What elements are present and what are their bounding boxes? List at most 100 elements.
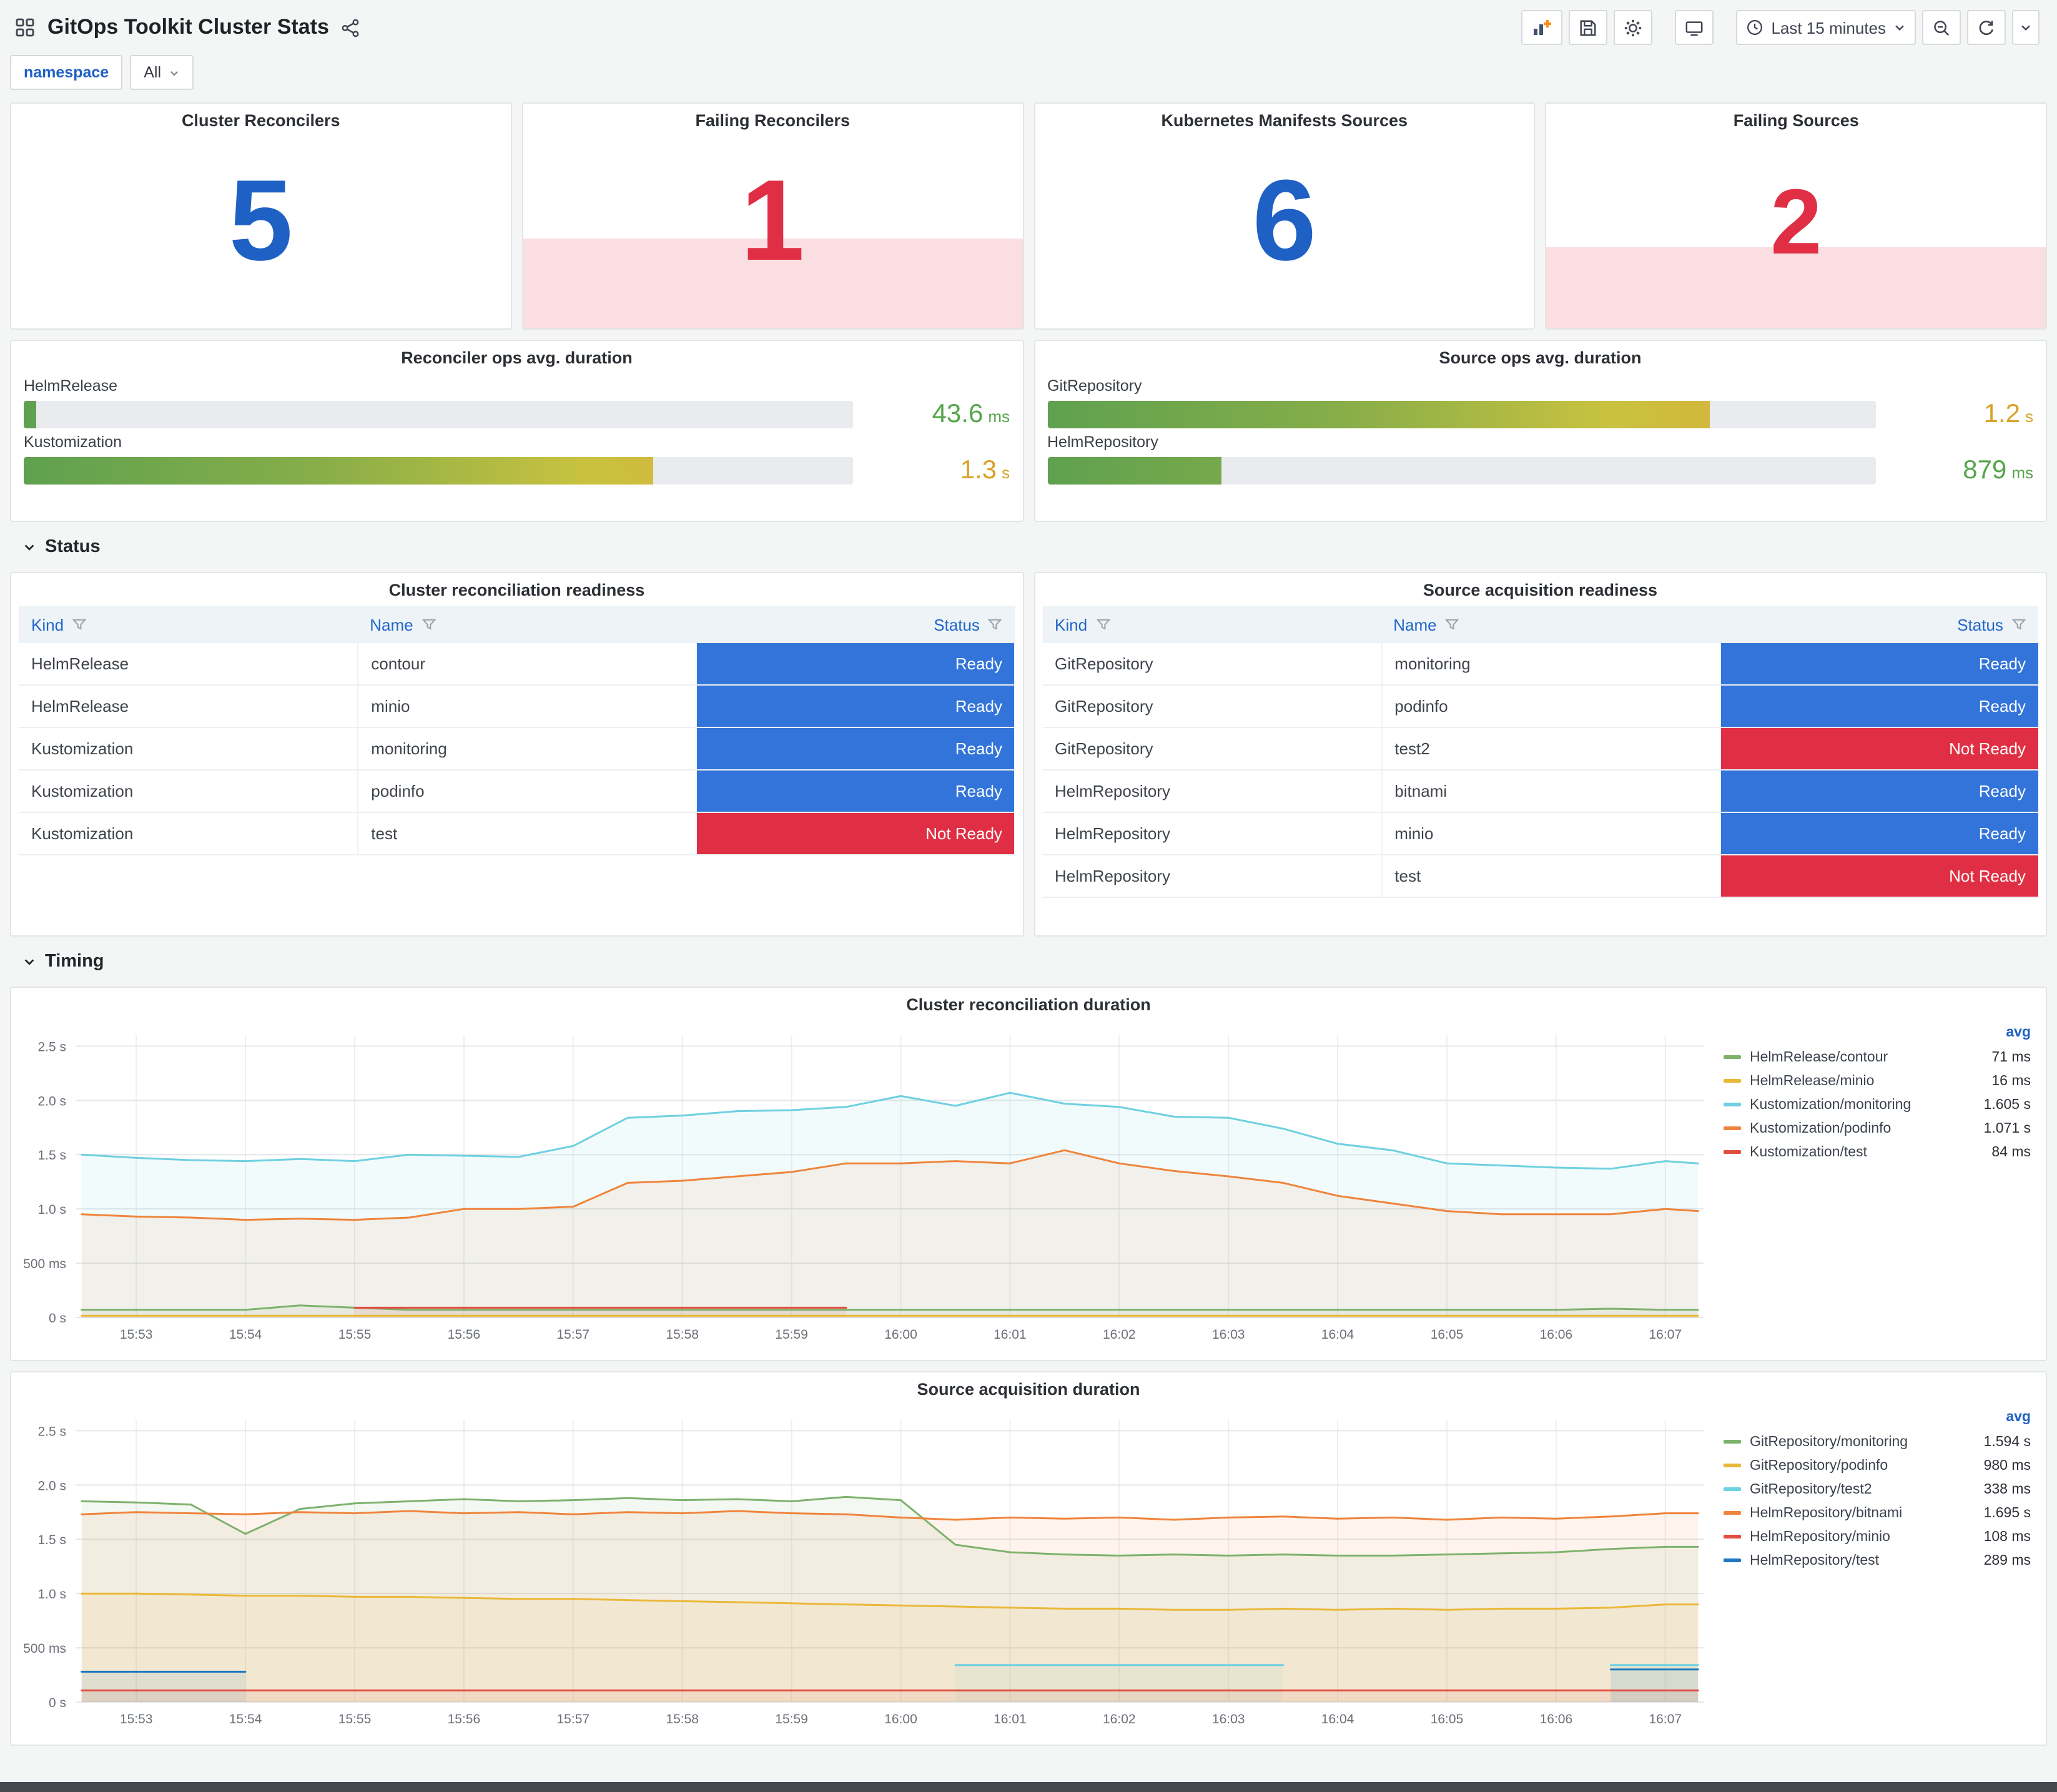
chevron-down-icon	[169, 67, 180, 78]
svg-text:16:07: 16:07	[1649, 1327, 1682, 1342]
save-dashboard-button[interactable]	[1569, 10, 1608, 45]
legend-avg-value: 71 ms	[1991, 1050, 2031, 1065]
legend-series-name: HelmRepository/bitnami	[1750, 1505, 1903, 1520]
svg-text:16:07: 16:07	[1649, 1712, 1682, 1726]
legend-item[interactable]: HelmRelease/contour 71 ms	[1724, 1045, 2038, 1069]
svg-text:16:05: 16:05	[1431, 1712, 1464, 1726]
svg-text:16:04: 16:04	[1321, 1327, 1354, 1342]
svg-text:15:59: 15:59	[775, 1712, 808, 1726]
legend-item[interactable]: GitRepository/test2 338 ms	[1724, 1477, 2038, 1501]
legend-avg-header: avg	[2006, 1025, 2031, 1040]
svg-text:16:06: 16:06	[1540, 1327, 1573, 1342]
svg-text:500 ms: 500 ms	[23, 1642, 66, 1656]
legend-swatch	[1724, 1440, 1741, 1444]
row-toggle-timing[interactable]: Timing	[10, 947, 2047, 977]
time-range-label: Last 15 minutes	[1771, 18, 1886, 37]
legend-item[interactable]: GitRepository/podinfo 980 ms	[1724, 1454, 2038, 1477]
panel-title[interactable]: Source acquisition readiness	[1035, 573, 2046, 606]
cell-status: Not Ready	[1719, 728, 2038, 769]
column-header-kind[interactable]: Kind	[1042, 606, 1381, 643]
panel-source-acquisition-duration: Source acquisition duration 15:53 15:54 15…	[10, 1371, 2047, 1746]
variables-row: namespace All	[0, 55, 2057, 102]
gauge-row: Kustomization 1.3 s	[24, 433, 1010, 486]
legend-item[interactable]: Kustomization/podinfo 1.071 s	[1724, 1116, 2038, 1140]
svg-text:16:04: 16:04	[1321, 1712, 1354, 1726]
legend-series-name: GitRepository/podinfo	[1750, 1458, 1888, 1473]
legend-swatch	[1724, 1558, 1741, 1562]
dashboard-grid-icon[interactable]	[15, 17, 35, 37]
legend-avg-value: 289 ms	[1983, 1553, 2031, 1568]
table-row: HelmRepository minio Ready	[1042, 813, 2038, 855]
namespace-variable-select[interactable]: All	[130, 55, 194, 90]
zoom-out-button[interactable]	[1922, 10, 1961, 45]
time-range-picker[interactable]: Last 15 minutes	[1736, 10, 1916, 45]
cell-status: Ready	[696, 643, 1015, 684]
svg-text:16:03: 16:03	[1212, 1712, 1245, 1726]
table-row: HelmRelease minio Ready	[19, 686, 1015, 728]
legend-swatch	[1724, 1487, 1741, 1491]
column-header-status[interactable]: Status	[696, 606, 1015, 643]
filter-icon	[988, 618, 1002, 629]
add-panel-button[interactable]	[1521, 10, 1563, 45]
legend-item[interactable]: Kustomization/monitoring 1.605 s	[1724, 1093, 2038, 1116]
legend-avg-value: 84 ms	[1991, 1145, 2031, 1159]
column-header-kind[interactable]: Kind	[19, 606, 357, 643]
gauge-bar	[1047, 457, 1876, 485]
column-header-name[interactable]: Name	[1381, 606, 1719, 643]
gauge-bar	[1047, 401, 1876, 428]
timeseries-chart[interactable]: 15:53 15:54 15:55 15:56 15:57 15:58 15:59 16:00…	[19, 1020, 1719, 1347]
refresh-interval-dropdown[interactable]	[2012, 10, 2040, 45]
filter-icon	[1445, 618, 1459, 629]
panel-title[interactable]: Cluster reconciliation readiness	[11, 573, 1022, 606]
svg-text:15:53: 15:53	[120, 1327, 153, 1342]
cell-kind: HelmRepository	[1055, 824, 1170, 843]
stat-value: 2	[1770, 169, 1822, 273]
cell-status: Ready	[696, 728, 1015, 769]
legend-series-name: Kustomization/monitoring	[1750, 1097, 1911, 1112]
gauge-label: Kustomization	[24, 433, 122, 451]
svg-text:2.5 s: 2.5 s	[37, 1040, 66, 1054]
timeseries-chart[interactable]: 15:53 15:54 15:55 15:56 15:57 15:58 15:59 16:00…	[19, 1405, 1719, 1732]
svg-text:16:06: 16:06	[1540, 1712, 1573, 1726]
table-row: HelmRepository test Not Ready	[1042, 855, 2038, 898]
chart-legend: avg GitRepository/monitoring 1.594 s GitRep…	[1724, 1405, 2038, 1732]
panel-title[interactable]: Reconciler ops avg. duration	[24, 341, 1010, 373]
legend-series-name: HelmRelease/minio	[1750, 1073, 1875, 1088]
svg-text:16:05: 16:05	[1431, 1327, 1464, 1342]
legend-item[interactable]: HelmRepository/bitnami 1.695 s	[1724, 1501, 2038, 1525]
grafana-dashboard: GitOps Toolkit Cluster Stats Last 15 min…	[0, 0, 2057, 1792]
column-header-status[interactable]: Status	[1720, 606, 2038, 643]
column-header-name[interactable]: Name	[357, 606, 696, 643]
refresh-button[interactable]	[1967, 10, 2006, 45]
panel-title[interactable]: Source ops avg. duration	[1047, 341, 2033, 373]
legend-swatch	[1724, 1464, 1741, 1467]
namespace-variable-label[interactable]: namespace	[10, 55, 123, 90]
legend-item[interactable]: HelmRepository/minio 108 ms	[1724, 1525, 2038, 1548]
svg-text:15:55: 15:55	[338, 1712, 372, 1726]
cell-kind: Kustomization	[31, 739, 134, 758]
dashboard-toolbar: Last 15 minutes	[1521, 10, 2040, 45]
legend-series-name: GitRepository/test2	[1750, 1482, 1872, 1497]
share-icon[interactable]	[342, 18, 360, 37]
panel-title[interactable]: Source acquisition duration	[11, 1372, 2046, 1405]
filter-icon	[422, 618, 436, 629]
legend-item[interactable]: GitRepository/monitoring 1.594 s	[1724, 1430, 2038, 1454]
legend-avg-value: 16 ms	[1991, 1073, 2031, 1088]
legend-item[interactable]: HelmRelease/minio 16 ms	[1724, 1069, 2038, 1093]
row-toggle-status[interactable]: Status	[10, 532, 2047, 562]
panel-title[interactable]: Cluster reconciliation duration	[11, 988, 2046, 1020]
legend-item[interactable]: Kustomization/test 84 ms	[1724, 1140, 2038, 1164]
table-row: GitRepository monitoring Ready	[1042, 643, 2038, 686]
stat-panel-failing-reconcilers: Failing Reconcilers 1	[521, 102, 1024, 330]
cell-kind: GitRepository	[1055, 739, 1153, 758]
cell-name: test	[357, 813, 696, 854]
dashboard-settings-button[interactable]	[1614, 10, 1653, 45]
legend-item[interactable]: HelmRepository/test 289 ms	[1724, 1548, 2038, 1572]
cell-kind: HelmRelease	[31, 654, 129, 673]
stat-value: 5	[229, 157, 293, 284]
cell-kind: Kustomization	[31, 824, 134, 843]
legend-series-name: HelmRelease/contour	[1750, 1050, 1888, 1065]
svg-text:15:55: 15:55	[338, 1327, 372, 1342]
tv-mode-button[interactable]	[1675, 10, 1714, 45]
gauge-row: HelmRepository 879 ms	[1047, 433, 2033, 486]
